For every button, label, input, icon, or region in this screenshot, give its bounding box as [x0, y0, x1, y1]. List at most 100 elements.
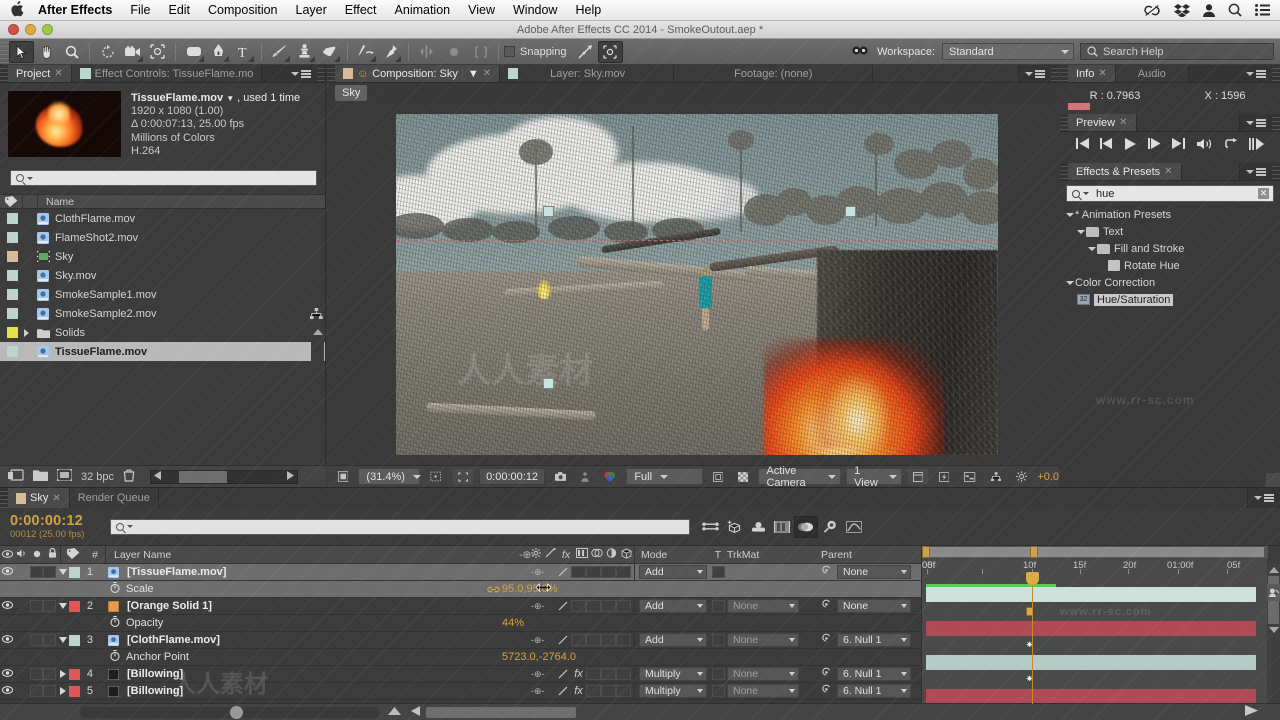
blend-mode-select[interactable]: Add [639, 599, 707, 613]
tab-project[interactable]: Project ✕ [8, 65, 72, 82]
breadcrumb[interactable]: Sky [335, 85, 368, 101]
tree-item-rotate-hue[interactable]: Rotate Hue [1060, 257, 1280, 274]
show-snapshot-icon[interactable] [576, 468, 594, 485]
menu-item-help[interactable]: Help [566, 0, 610, 21]
label-swatch[interactable] [7, 270, 18, 282]
selection-tool[interactable] [9, 40, 34, 63]
project-flowchart-icon[interactable] [310, 308, 323, 323]
tab-timeline-sky[interactable]: Sky ✕ [8, 488, 70, 508]
table-row[interactable]: 3 [ClothFlame.mov] -⊕- Add None 6. Null … [0, 631, 921, 649]
stopwatch-icon[interactable] [110, 582, 120, 596]
blend-mode-select[interactable]: Multiply [639, 667, 707, 681]
type-tool[interactable]: T [231, 41, 256, 63]
parent-select[interactable]: 6. Null 1 [837, 667, 911, 681]
tab-effects-presets[interactable]: Effects & Presets ✕ [1068, 163, 1182, 180]
lock-toggle[interactable] [43, 668, 56, 680]
hand-tool[interactable] [34, 41, 59, 63]
composition-panel-grip-right[interactable] [1051, 65, 1059, 82]
solo-toggle[interactable] [30, 668, 43, 680]
menu-item-effect[interactable]: Effect [336, 0, 386, 21]
first-frame-icon[interactable] [1075, 138, 1089, 152]
composition-viewer[interactable]: 人人素材 [327, 103, 1059, 487]
last-frame-icon[interactable] [1172, 138, 1186, 152]
rotation-tool[interactable] [95, 41, 120, 63]
close-icon[interactable]: ✕ [483, 68, 491, 79]
brush-tool[interactable] [267, 41, 292, 63]
menu-item-window[interactable]: Window [504, 0, 566, 21]
table-row[interactable]: 1 [TissueFlame.mov] -⊕- Add None [0, 563, 921, 581]
timeline-grip[interactable] [0, 488, 8, 508]
scroll-up-icon[interactable] [312, 329, 323, 335]
property-value[interactable]: 44% [502, 617, 524, 629]
preserve-transparency-toggle[interactable] [711, 668, 725, 680]
info-panel-grip[interactable] [1060, 65, 1068, 82]
layer-bar[interactable] [926, 689, 1256, 704]
visibility-toggle[interactable] [0, 566, 15, 578]
interpret-footage-icon[interactable] [56, 468, 73, 484]
menu-item-file[interactable]: File [121, 0, 159, 21]
list-item[interactable]: TissueFlame.mov [0, 342, 325, 362]
preserve-transparency-toggle[interactable] [711, 566, 725, 578]
label-swatch[interactable] [7, 289, 18, 301]
list-item[interactable]: FlameShot2.mov [0, 228, 325, 247]
view-layout-select[interactable]: 1 View [846, 465, 902, 489]
exposure-value[interactable]: +0.0 [1037, 471, 1059, 483]
chevron-down-icon[interactable]: ▼ [461, 67, 479, 80]
property-row[interactable]: Opacity 44% [0, 615, 921, 632]
layer-bar[interactable] [926, 621, 1256, 636]
search-help-input[interactable]: Search Help [1080, 43, 1274, 60]
composition-canvas[interactable] [396, 114, 998, 455]
grid-guides-icon[interactable] [425, 468, 446, 485]
solo-toggle[interactable] [30, 566, 43, 578]
solo-toggle[interactable] [30, 600, 43, 612]
motion-blur-slash-icon[interactable] [555, 567, 571, 577]
fx-indicator[interactable]: fx [571, 668, 586, 680]
scroll-right-icon[interactable] [287, 470, 295, 483]
visibility-toggle[interactable] [0, 668, 15, 680]
link-icon[interactable] [484, 586, 502, 593]
close-icon[interactable]: ✕ [1164, 166, 1172, 177]
motion-blur-icon[interactable] [794, 515, 818, 538]
roto-brush-tool[interactable] [353, 41, 378, 63]
composition-panel-menu-button[interactable] [1019, 65, 1051, 82]
camera-view-select[interactable]: Active Camera [758, 465, 842, 489]
parent-select[interactable]: 6. Null 1 [837, 633, 911, 647]
label-swatch[interactable] [69, 685, 80, 697]
layer-name-column-header[interactable]: Layer Name [106, 549, 519, 561]
user-icon[interactable] [1203, 3, 1215, 17]
t-column-header[interactable]: T [709, 549, 727, 561]
effects-panel-grip[interactable] [1060, 163, 1068, 180]
scroll-up-icon[interactable] [1268, 567, 1279, 573]
stopwatch-icon[interactable] [110, 616, 120, 630]
tree-item-text[interactable]: Text [1060, 223, 1280, 240]
label-swatch[interactable] [7, 232, 18, 244]
chevron-down-icon[interactable] [1076, 229, 1085, 234]
workspace-select[interactable]: Standard [942, 43, 1074, 60]
current-time-indicator[interactable] [1026, 572, 1039, 585]
effects-panel-grip-right[interactable] [1272, 163, 1280, 180]
always-preview-icon[interactable] [333, 468, 353, 485]
trkmat-column-header[interactable]: TrkMat [727, 549, 821, 561]
layer-switch-icon[interactable] [1267, 584, 1280, 601]
spotlight-search-icon[interactable] [1228, 3, 1242, 17]
list-item[interactable]: ClothFlame.mov [0, 209, 325, 228]
layer-bar[interactable] [926, 655, 1256, 670]
draft-3d-icon[interactable] [722, 516, 746, 538]
tree-item-fill-and-stroke[interactable]: Fill and Stroke [1060, 240, 1280, 257]
parent-pickwhip-icon[interactable] [821, 599, 832, 613]
audio-column-icon[interactable] [15, 549, 30, 561]
camera-tool[interactable] [120, 41, 145, 63]
menu-item-composition[interactable]: Composition [199, 0, 286, 21]
clone-stamp-tool[interactable] [292, 41, 317, 63]
timeline-graph[interactable]: 00f 05f 10f 15f 20f 01:00f 05f ⁕ ⁕ www.r… [921, 546, 1268, 704]
comp-flowchart-icon[interactable] [986, 468, 1006, 485]
tab-info[interactable]: Info ✕ [1068, 65, 1116, 82]
chevron-right-icon[interactable] [24, 328, 29, 337]
effects-panel-resize-grip[interactable] [1266, 473, 1280, 487]
tab-render-queue[interactable]: Render Queue [69, 488, 159, 508]
property-row[interactable]: Anchor Point 5723.0,-2764.0 [0, 649, 921, 666]
label-swatch[interactable] [69, 566, 80, 578]
ram-preview-icon[interactable] [1249, 137, 1265, 153]
chevron-down-icon[interactable] [56, 569, 69, 575]
fast-previews-icon[interactable] [934, 468, 954, 485]
